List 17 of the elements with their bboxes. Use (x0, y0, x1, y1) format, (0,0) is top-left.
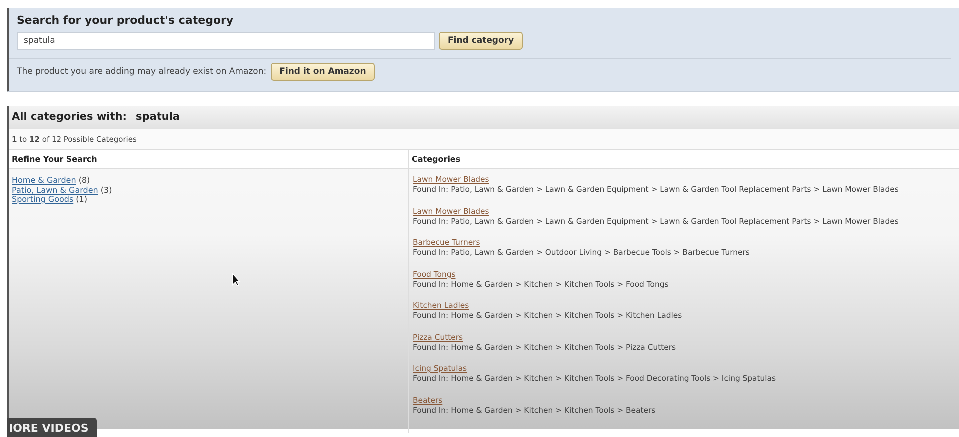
find-on-amazon-button[interactable]: Find it on Amazon (270, 63, 376, 81)
refine-link[interactable]: Sporting Goods (12, 195, 74, 204)
exist-note: The product you are adding may already exist on Amazon: (17, 67, 267, 77)
refine-link[interactable]: Patio, Lawn & Garden (12, 186, 98, 194)
mouse-cursor-icon (232, 273, 241, 287)
find-category-button[interactable]: Find category (439, 32, 524, 50)
item-count: (8) (78, 176, 90, 185)
item-count: (3) (100, 186, 112, 194)
results-heading: All categories with: (12, 111, 127, 124)
search-term: spatula (136, 111, 180, 124)
panel-title: Search for your product's category (17, 14, 235, 27)
column-heading: Refine Your Search (12, 155, 98, 164)
more-videos-button[interactable]: IORE VIDEOS (7, 418, 97, 437)
search-field[interactable]: spatula (17, 32, 435, 50)
refine-link[interactable]: Home & Garden (12, 176, 76, 185)
item-count: (1) (76, 195, 88, 204)
column-heading: Categories (412, 155, 461, 164)
